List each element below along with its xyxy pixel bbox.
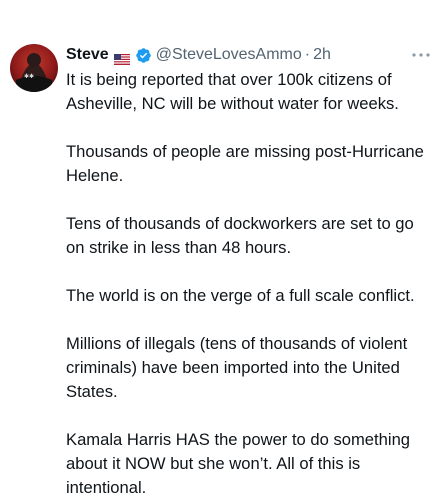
display-name[interactable]: Steve <box>66 44 109 66</box>
more-horizontal-icon[interactable] <box>410 48 432 62</box>
tweet-paragraph: It is being reported that over 100k citi… <box>66 70 399 113</box>
tweet-time[interactable]: 2h <box>313 44 331 66</box>
tweet: ✱✱ Steve @SteveLovesAmmo · 2h It is bein… <box>0 0 441 500</box>
avatar-image: ✱✱ <box>10 44 58 92</box>
tweet-paragraph: Millions of illegals (tens of thousands … <box>66 334 408 401</box>
tweet-paragraph: Thousands of people are missing post-Hur… <box>66 142 424 185</box>
tweet-header: Steve @SteveLovesAmmo · 2h <box>66 44 431 66</box>
author-handle[interactable]: @SteveLovesAmmo <box>156 44 302 66</box>
time-separator: · <box>304 46 311 63</box>
tweet-paragraph: The world is on the verge of a full scal… <box>66 286 415 305</box>
verified-badge-icon <box>135 47 152 64</box>
avatar[interactable]: ✱✱ <box>10 44 58 92</box>
tweet-content: Steve @SteveLovesAmmo · 2h It is being r… <box>66 44 431 500</box>
tweet-text: It is being reported that over 100k citi… <box>66 68 431 500</box>
svg-text:✱✱: ✱✱ <box>24 73 34 80</box>
tweet-paragraph: Tens of thousands of dockworkers are set… <box>66 214 414 257</box>
us-flag-icon <box>113 50 130 65</box>
tweet-paragraph: Kamala Harris HAS the power to do someth… <box>66 430 411 497</box>
